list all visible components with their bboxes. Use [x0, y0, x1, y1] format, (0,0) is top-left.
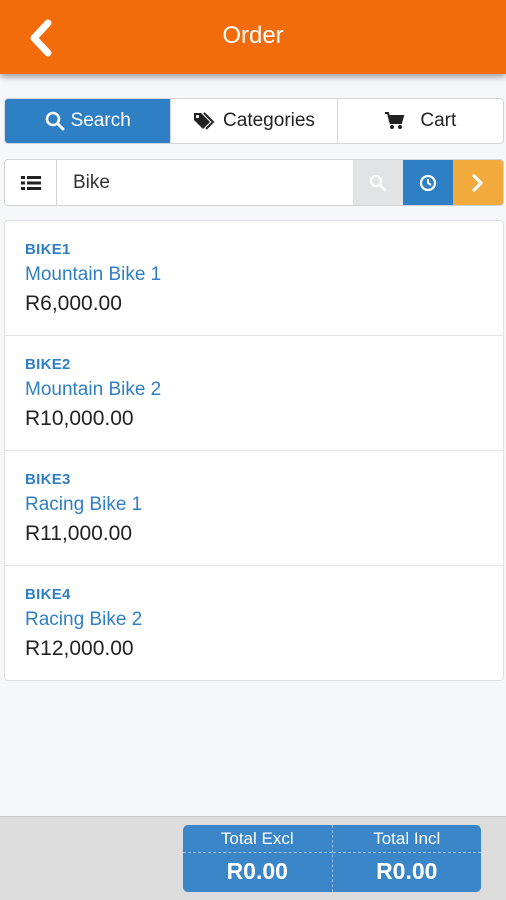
clock-icon [419, 174, 437, 191]
total-excl-label: Total Excl [183, 825, 332, 853]
page-title: Order [222, 22, 284, 49]
product-code: BIKE3 [25, 471, 71, 488]
tab-bar: Search Categories Cart [4, 98, 504, 144]
search-input[interactable] [57, 160, 353, 205]
product-code: BIKE1 [25, 241, 71, 258]
search-icon [45, 111, 65, 131]
search-bar [4, 159, 504, 206]
totals-panel: Total Excl R0.00 Total Incl R0.00 [183, 825, 481, 892]
search-button[interactable] [353, 160, 403, 205]
total-excl: Total Excl R0.00 [183, 825, 333, 892]
tab-cart-label: Cart [420, 110, 457, 131]
total-incl-label: Total Incl [332, 825, 481, 853]
product-code: BIKE4 [25, 586, 71, 603]
product-item[interactable]: BIKE1 Mountain Bike 1 R6,000.00 [5, 221, 503, 336]
total-incl: Total Incl R0.00 [332, 825, 481, 892]
cart-icon [385, 112, 405, 129]
chevron-right-icon [472, 173, 483, 192]
list-view-button[interactable] [5, 160, 57, 205]
next-button[interactable] [453, 160, 503, 205]
product-item[interactable]: BIKE3 Racing Bike 1 R11,000.00 [5, 451, 503, 566]
recent-button[interactable] [403, 160, 453, 205]
app-header: Order [0, 0, 506, 74]
tab-categories-label: Categories [223, 110, 315, 131]
total-excl-value: R0.00 [226, 858, 288, 884]
product-price: R6,000.00 [25, 292, 122, 315]
tags-icon [194, 112, 215, 130]
product-price: R10,000.00 [25, 407, 134, 430]
tab-cart[interactable]: Cart [338, 99, 503, 143]
search-icon [369, 174, 387, 191]
tab-search-label: Search [70, 110, 131, 131]
product-name: Mountain Bike 1 [25, 264, 162, 285]
total-incl-value: R0.00 [376, 858, 438, 884]
product-name: Racing Bike 1 [25, 494, 143, 515]
product-list: BIKE1 Mountain Bike 1 R6,000.00 BIKE2 Mo… [4, 220, 504, 681]
product-item[interactable]: BIKE4 Racing Bike 2 R12,000.00 [5, 566, 503, 680]
product-item[interactable]: BIKE2 Mountain Bike 2 R10,000.00 [5, 336, 503, 451]
list-icon [20, 175, 41, 190]
tab-categories[interactable]: Categories [171, 99, 338, 143]
product-name: Racing Bike 2 [25, 609, 143, 630]
product-price: R12,000.00 [25, 637, 134, 660]
product-code: BIKE2 [25, 356, 71, 373]
product-name: Mountain Bike 2 [25, 379, 162, 400]
tab-search[interactable]: Search [5, 99, 172, 143]
product-price: R11,000.00 [25, 522, 133, 545]
